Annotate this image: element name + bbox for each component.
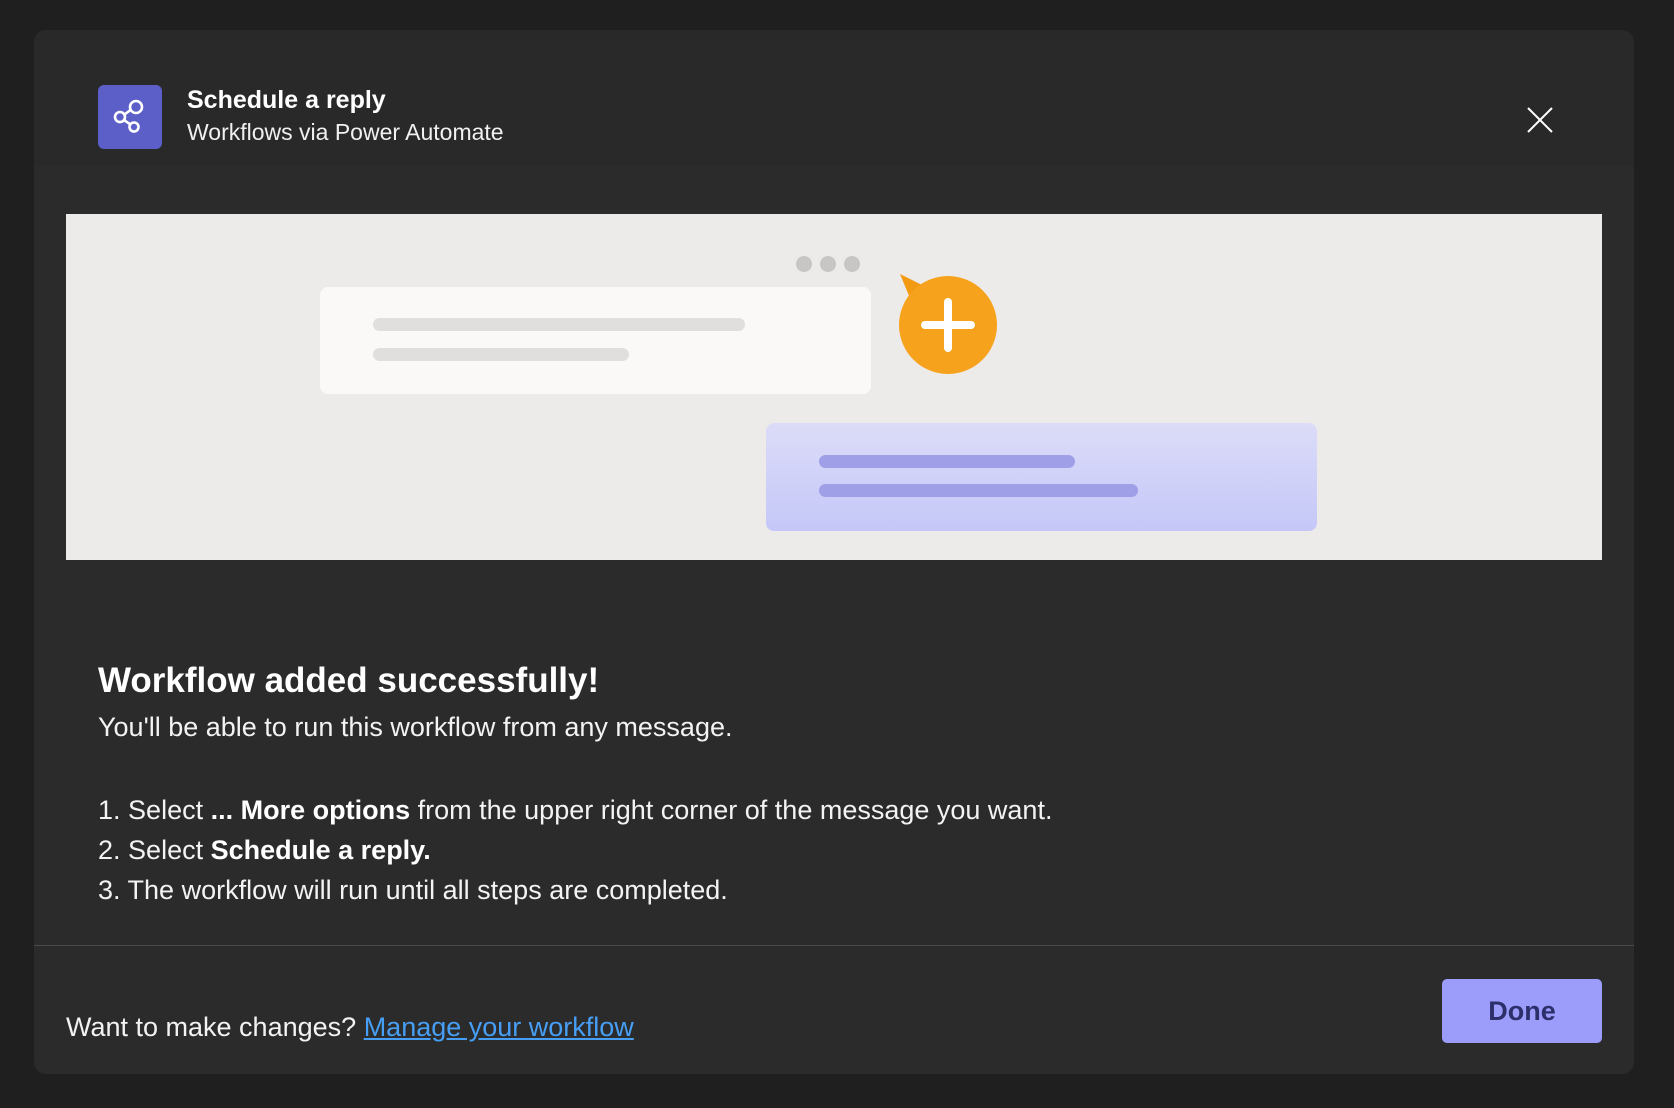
placeholder-line xyxy=(373,348,629,361)
instruction-step: 2. Select Schedule a reply. xyxy=(98,835,431,865)
manage-workflow-link[interactable]: Manage your workflow xyxy=(364,1012,634,1042)
instruction-list: 1. Select ... More options from the uppe… xyxy=(98,790,1052,910)
dialog-header: Schedule a reply Workflows via Power Aut… xyxy=(34,30,1634,166)
success-description: You'll be able to run this workflow from… xyxy=(98,712,733,742)
dialog-subtitle: Workflows via Power Automate xyxy=(187,119,504,145)
placeholder-line xyxy=(373,318,745,331)
close-button[interactable] xyxy=(1520,100,1560,140)
done-button[interactable]: Done xyxy=(1442,979,1602,1043)
close-icon xyxy=(1527,107,1553,133)
ellipsis-icon xyxy=(796,256,860,272)
footer-prompt-text: Want to make changes? xyxy=(66,1012,357,1042)
placeholder-line xyxy=(819,484,1138,497)
instruction-step: 1. Select ... More options from the uppe… xyxy=(98,795,1053,825)
dialog-title: Schedule a reply xyxy=(187,86,386,114)
footer-prompt: Want to make changes? Manage your workfl… xyxy=(66,1010,634,1044)
footer-divider xyxy=(34,945,1634,946)
instruction-step: 3. The workflow will run until all steps… xyxy=(98,875,728,905)
workflow-share-icon xyxy=(98,85,162,149)
reply-card xyxy=(766,423,1317,531)
message-card xyxy=(320,287,871,394)
plus-icon xyxy=(899,274,997,374)
placeholder-line xyxy=(819,455,1075,468)
success-heading: Workflow added successfully! xyxy=(98,661,600,700)
dialog: Schedule a reply Workflows via Power Aut… xyxy=(34,30,1634,1074)
illustration xyxy=(66,214,1602,560)
